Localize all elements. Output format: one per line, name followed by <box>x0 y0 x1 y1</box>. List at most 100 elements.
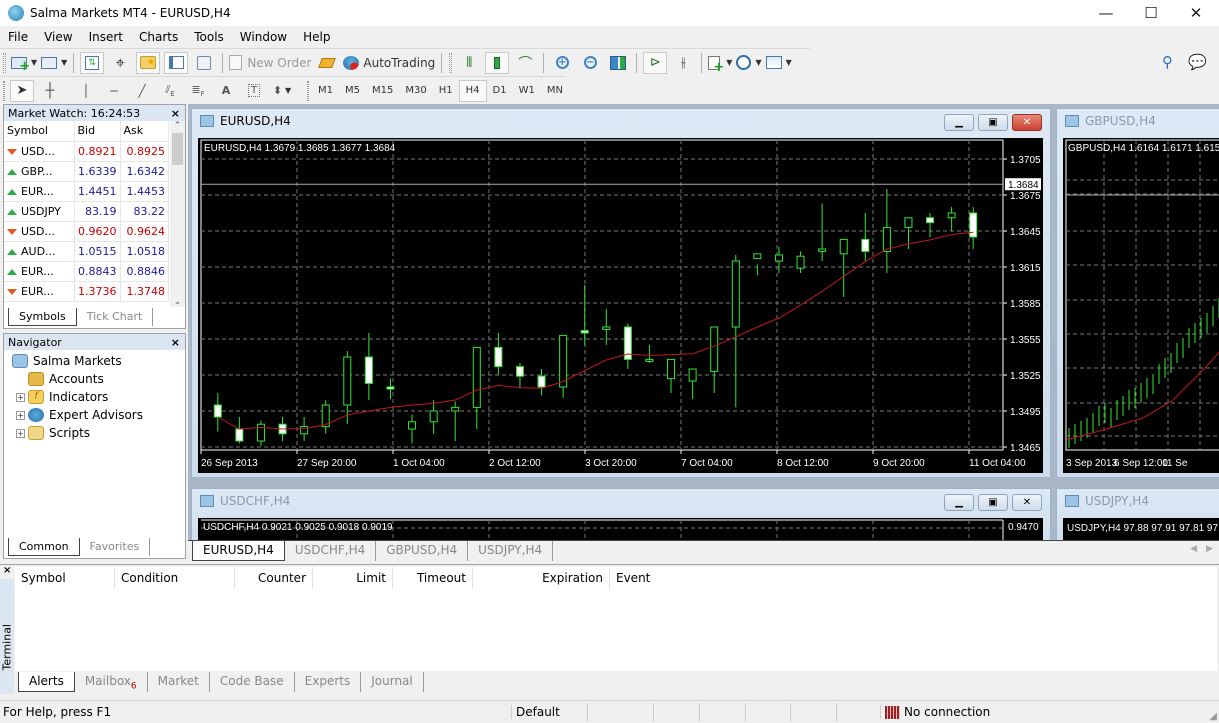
terminal-button[interactable] <box>164 51 189 74</box>
bar-chart-button[interactable]: ⫴ <box>457 52 481 74</box>
vertical-line-tool[interactable]: │ <box>74 80 98 102</box>
tab-tick-chart[interactable]: Tick Chart <box>77 308 154 326</box>
menu-view[interactable]: View <box>36 30 80 44</box>
tab-common[interactable]: Common <box>8 538 80 556</box>
timeframe-h1[interactable]: H1 <box>433 80 459 102</box>
maximize-button[interactable]: ☐ <box>1128 0 1174 26</box>
column-header-event[interactable]: Event <box>610 567 670 589</box>
tabs-scroll-left-icon[interactable]: ◀ <box>1190 544 1197 554</box>
menu-insert[interactable]: Insert <box>81 30 131 44</box>
crosshair-tool[interactable]: ┼ <box>38 80 62 102</box>
scroll-up-icon[interactable]: ⌃ <box>170 121 185 131</box>
tile-windows-button[interactable] <box>606 52 630 74</box>
tab-favorites[interactable]: Favorites <box>80 538 151 556</box>
chart-window-titlebar[interactable]: GBPUSD,H4 <box>1057 109 1219 133</box>
periods-dropdown[interactable]: ▼ <box>736 52 762 74</box>
candlestick-button[interactable] <box>485 51 510 74</box>
scroll-down-icon[interactable]: ⌄ <box>170 297 185 307</box>
line-chart-button[interactable]: ⌒ <box>513 52 537 74</box>
toolbar-grip[interactable] <box>307 80 309 101</box>
chart-minimize-button[interactable]: ▁ <box>944 114 974 131</box>
market-watch-close-icon[interactable]: × <box>171 107 185 120</box>
templates-dropdown[interactable]: ▼ <box>765 52 792 74</box>
chart-close-button[interactable]: ✕ <box>1012 114 1042 131</box>
text-label-tool[interactable]: T <box>242 80 266 102</box>
alerts-list[interactable]: Symbol Condition Counter Limit Timeout E… <box>15 567 1217 671</box>
zoom-in-button[interactable]: + <box>550 52 574 74</box>
market-watch-button[interactable]: ⇅ <box>80 51 105 74</box>
chart-window-titlebar[interactable]: EURUSD,H4 <box>192 109 1050 133</box>
nav-root[interactable]: Salma Markets <box>12 352 185 370</box>
column-header-symbol[interactable]: Symbol <box>15 567 115 589</box>
market-watch-row[interactable]: USDJPY 83.19 83.22 <box>4 201 169 222</box>
toolbar-grip[interactable] <box>3 52 6 73</box>
chart-tab-usdjpy[interactable]: USDJPY,H4 <box>468 541 554 561</box>
expand-icon[interactable]: + <box>16 392 25 402</box>
column-header-symbol[interactable]: Symbol <box>4 121 75 142</box>
timeframe-mn[interactable]: MN <box>541 80 569 102</box>
column-header-timeout[interactable]: Timeout <box>393 567 473 589</box>
cursor-tool[interactable]: ➤ <box>10 79 34 102</box>
chart-tab-eurusd[interactable]: EURUSD,H4 <box>192 541 285 561</box>
arrows-dropdown[interactable]: ⬍ ▼ <box>270 80 294 102</box>
menu-help[interactable]: Help <box>295 30 338 44</box>
metaeditor-button[interactable] <box>315 52 339 74</box>
market-watch-row[interactable]: EUR... 1.3736 1.3748 <box>4 281 169 302</box>
equidistant-channel-tool[interactable]: ⫽E <box>158 80 182 102</box>
market-watch-row[interactable]: EUR... 0.8843 0.8846 <box>4 261 169 282</box>
text-tool[interactable]: A <box>214 80 238 102</box>
timeframe-m15[interactable]: M15 <box>366 80 399 102</box>
nav-item-scripts[interactable]: + Scripts <box>12 424 185 442</box>
chart-close-button[interactable]: ✕ <box>1012 494 1042 511</box>
menu-charts[interactable]: Charts <box>131 30 186 44</box>
timeframe-w1[interactable]: W1 <box>513 80 541 102</box>
tab-mailbox[interactable]: Mailbox6 <box>75 672 148 692</box>
menu-window[interactable]: Window <box>232 30 295 44</box>
eurusd-chart[interactable]: 1.3705 1.3675 1.3645 1.3615 1.3585 1.3555 1.35… <box>198 138 1219 473</box>
trendline-tool[interactable]: ╱ <box>130 80 154 102</box>
search-icon[interactable]: ⚲ <box>1162 53 1173 71</box>
menu-file[interactable]: File <box>0 30 36 44</box>
auto-scroll-button[interactable]: ⊳ <box>643 51 668 74</box>
market-watch-row[interactable]: EUR... 1.4451 1.4453 <box>4 181 169 202</box>
tab-experts[interactable]: Experts <box>295 672 362 692</box>
resize-grip-icon[interactable]: ◢ <box>1209 711 1217 722</box>
navigator-button[interactable]: ★ <box>136 51 161 74</box>
usdchf-chart[interactable]: 0.9470 USDCHF,H4 0.9021 0.9025 0.9018 0.9… <box>198 518 1043 540</box>
strategy-tester-button[interactable] <box>192 52 216 74</box>
chart-tab-gbpusd[interactable]: GBPUSD,H4 <box>376 541 469 561</box>
zoom-out-button[interactable]: − <box>578 52 602 74</box>
new-order-button[interactable]: New Order <box>229 52 311 74</box>
chart-tab-usdchf[interactable]: USDCHF,H4 <box>285 541 377 561</box>
chart-shift-button[interactable]: ⫳ <box>671 52 695 74</box>
timeframe-m1[interactable]: M1 <box>312 80 339 102</box>
market-watch-row[interactable]: AUD... 1.0515 1.0518 <box>4 241 169 262</box>
expand-icon[interactable]: + <box>16 428 25 438</box>
menu-tools[interactable]: Tools <box>186 30 232 44</box>
column-header-limit[interactable]: Limit <box>313 567 393 589</box>
chart-restore-button[interactable]: ▣ <box>978 494 1008 511</box>
expand-icon[interactable]: + <box>16 410 25 420</box>
market-watch-scrollbar[interactable]: ⌃ ⌄ <box>170 121 185 307</box>
toolbar-grip[interactable] <box>449 52 453 73</box>
chart-window-titlebar[interactable]: USDCHF,H4 <box>192 489 1050 513</box>
tab-symbols[interactable]: Symbols <box>8 308 77 326</box>
terminal-close-icon[interactable]: × <box>3 565 11 576</box>
nav-item-expert-advisors[interactable]: + Expert Advisors <box>12 406 185 424</box>
tabs-scroll-right-icon[interactable]: ▶ <box>1206 544 1213 554</box>
market-watch-row[interactable]: GBP... 1.6339 1.6342 <box>4 161 169 182</box>
column-header-ask[interactable]: Ask <box>120 121 169 142</box>
horizontal-line-tool[interactable]: ─ <box>102 80 126 102</box>
nav-item-accounts[interactable]: Accounts <box>12 370 185 388</box>
indicators-dropdown[interactable]: + ▼ <box>708 52 732 74</box>
tab-market[interactable]: Market <box>148 672 210 692</box>
tab-code-base[interactable]: Code Base <box>210 672 295 692</box>
gbpusd-chart[interactable]: 3 Sep 2013 6 Sep 12:00 11 Se GBPUSD,H4 1.61… <box>1063 138 1219 473</box>
close-button[interactable]: ✕ <box>1173 0 1219 26</box>
market-watch-row[interactable]: USD... 0.9620 0.9624 <box>4 221 169 242</box>
tab-alerts[interactable]: Alerts <box>18 672 75 692</box>
new-chart-button[interactable]: + ▼ <box>11 52 37 74</box>
nav-item-indicators[interactable]: + f Indicators <box>12 388 185 406</box>
chart-restore-button[interactable]: ▣ <box>978 114 1008 131</box>
data-window-button[interactable]: ⌖ <box>108 52 132 74</box>
